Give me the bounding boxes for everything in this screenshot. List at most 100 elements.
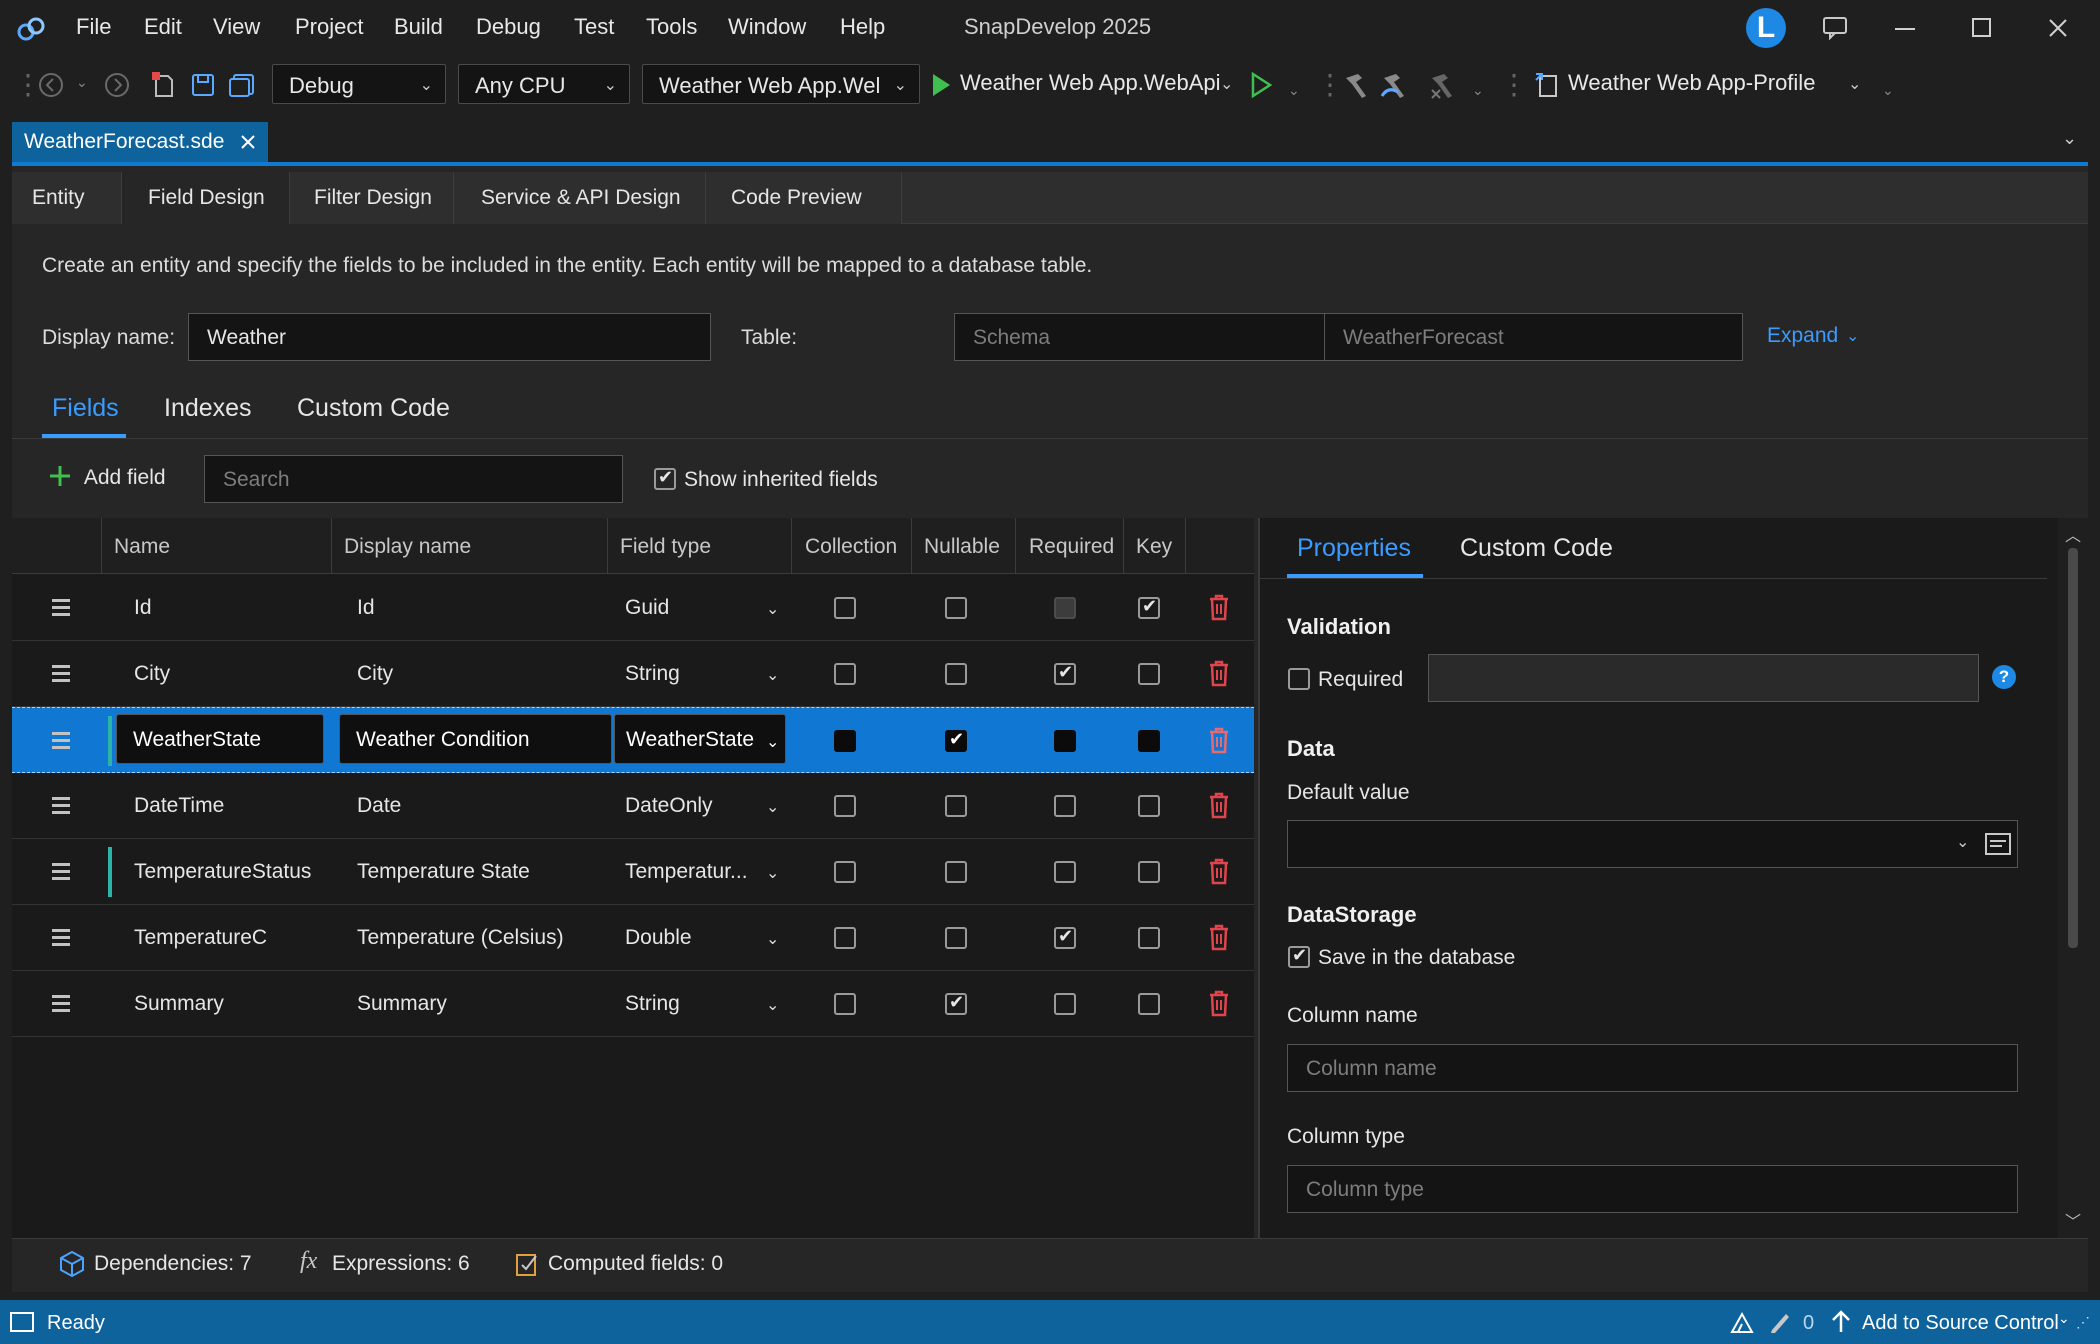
show-inherited-checkbox[interactable] <box>654 467 676 490</box>
header-field-type[interactable]: Field type <box>608 518 792 574</box>
menu-test[interactable]: Test <box>574 14 614 40</box>
run-without-debug-icon[interactable] <box>1250 72 1272 98</box>
table-row[interactable]: Id Id Guid ⌄ <box>12 575 1254 641</box>
menu-help[interactable]: Help <box>840 14 885 40</box>
properties-scrollbar[interactable]: ︿ ﹀ <box>2058 518 2088 1238</box>
expression-editor-icon[interactable] <box>1984 832 2012 856</box>
column-type-input[interactable]: Column type <box>1287 1165 2018 1213</box>
add-field-button[interactable]: Add field <box>48 464 166 494</box>
document-tab[interactable]: WeatherForecast.sde <box>12 122 269 162</box>
menu-edit[interactable]: Edit <box>144 14 182 40</box>
schema-input[interactable]: Schema <box>954 313 1325 361</box>
display-name-cell[interactable]: Temperature State <box>357 839 530 905</box>
tab-code-preview[interactable]: Code Preview <box>706 172 902 224</box>
field-type-cell[interactable]: Temperatur... <box>625 839 765 905</box>
key-checkbox[interactable] <box>1138 927 1160 949</box>
git-changes-icon[interactable] <box>1728 1310 1756 1336</box>
menu-window[interactable]: Window <box>728 14 806 40</box>
drag-handle-icon[interactable] <box>52 732 70 750</box>
drag-handle-icon[interactable] <box>52 665 70 683</box>
name-cell[interactable]: DateTime <box>134 773 224 839</box>
profile-icon[interactable] <box>1534 70 1560 98</box>
name-cell[interactable]: Summary <box>134 971 224 1037</box>
display-name-cell[interactable]: Temperature (Celsius) <box>357 905 564 971</box>
overflow-icon[interactable]: ⌄ <box>1472 82 1484 99</box>
table-row[interactable]: WeatherState Weather Condition WeatherStat… <box>12 707 1254 773</box>
minimize-button[interactable] <box>1895 28 1915 30</box>
drag-handle-icon[interactable] <box>52 599 70 617</box>
nullable-checkbox[interactable] <box>945 795 967 817</box>
collection-checkbox[interactable] <box>834 663 856 685</box>
run-target-button[interactable]: Weather Web App.WebApi <box>960 70 1221 96</box>
chevron-down-icon[interactable]: ⌄ <box>1956 832 1969 852</box>
pencil-icon[interactable] <box>1768 1310 1790 1334</box>
nullable-checkbox[interactable] <box>945 927 967 949</box>
chevron-down-icon[interactable]: ⌄ <box>766 995 779 1015</box>
display-name-cell[interactable]: Id <box>357 575 375 641</box>
chevron-down-icon[interactable]: ⌄ <box>766 665 779 685</box>
key-checkbox[interactable] <box>1138 795 1160 817</box>
run-icon[interactable] <box>930 72 952 98</box>
name-cell[interactable]: TemperatureC <box>134 905 267 971</box>
name-cell[interactable]: City <box>134 641 170 707</box>
back-icon[interactable] <box>38 72 64 98</box>
delete-field-icon[interactable] <box>1207 791 1231 819</box>
close-tab-icon[interactable] <box>240 134 256 150</box>
chevron-down-icon[interactable]: ⌄ <box>766 599 779 619</box>
chevron-down-icon[interactable]: ⌄ <box>766 732 779 752</box>
menu-project[interactable]: Project <box>295 14 363 40</box>
delete-field-icon[interactable] <box>1207 857 1231 885</box>
header-nullable[interactable]: Nullable <box>912 518 1016 574</box>
subtab-indexes[interactable]: Indexes <box>164 394 252 423</box>
header-collection[interactable]: Collection <box>792 518 912 574</box>
drag-handle-icon[interactable] <box>52 929 70 947</box>
computed-fields-count[interactable]: Computed fields: 0 <box>548 1252 723 1276</box>
display-name-cell[interactable]: Summary <box>357 971 447 1037</box>
name-cell-editor[interactable]: WeatherState <box>116 714 324 764</box>
field-type-cell[interactable]: Guid <box>625 575 765 641</box>
menu-file[interactable]: File <box>76 14 111 40</box>
menu-view[interactable]: View <box>213 14 260 40</box>
required-checkbox[interactable] <box>1054 662 1076 685</box>
collection-checkbox[interactable] <box>834 597 856 619</box>
feedback-icon[interactable] <box>1822 16 1848 40</box>
tab-filter-design[interactable]: Filter Design <box>290 172 454 224</box>
required-checkbox[interactable] <box>1054 730 1076 752</box>
header-key[interactable]: Key <box>1124 518 1186 574</box>
menu-tools[interactable]: Tools <box>646 14 697 40</box>
key-checkbox[interactable] <box>1138 993 1160 1015</box>
maximize-button[interactable] <box>1972 18 1991 37</box>
required-checkbox[interactable] <box>1054 926 1076 949</box>
tab-field-design[interactable]: Field Design <box>122 172 290 224</box>
nullable-checkbox[interactable] <box>945 861 967 883</box>
run-target-dropdown-icon[interactable]: ⌄ <box>1220 74 1233 94</box>
required-checkbox[interactable] <box>1288 668 1310 690</box>
nullable-checkbox[interactable] <box>945 992 967 1015</box>
key-checkbox[interactable] <box>1138 730 1160 752</box>
tab-service-api-design[interactable]: Service & API Design <box>454 172 706 224</box>
key-checkbox[interactable] <box>1138 861 1160 883</box>
field-type-cell[interactable]: Double <box>625 905 765 971</box>
field-type-cell[interactable]: DateOnly <box>625 773 765 839</box>
build-icon[interactable] <box>1342 70 1370 100</box>
menu-debug[interactable]: Debug <box>476 14 541 40</box>
nullable-checkbox[interactable] <box>945 597 967 619</box>
collection-checkbox[interactable] <box>834 927 856 949</box>
key-checkbox[interactable] <box>1138 596 1160 619</box>
delete-field-icon[interactable] <box>1207 593 1231 621</box>
help-icon[interactable]: ? <box>1992 665 2016 689</box>
overflow-icon[interactable]: ⌄ <box>1288 82 1300 99</box>
field-type-cell-editor[interactable]: WeatherState <box>614 714 786 764</box>
save-all-icon[interactable] <box>228 72 256 98</box>
resize-grip-icon[interactable]: ⋰ <box>2076 1314 2090 1331</box>
default-value-input[interactable] <box>1287 820 2018 868</box>
props-tab-properties[interactable]: Properties <box>1297 534 1411 563</box>
nullable-checkbox[interactable] <box>945 729 967 752</box>
header-required[interactable]: Required <box>1016 518 1124 574</box>
collection-checkbox[interactable] <box>834 730 856 752</box>
add-to-source-control[interactable]: Add to Source Control <box>1862 1312 2059 1335</box>
user-avatar[interactable]: L <box>1746 8 1786 48</box>
key-checkbox[interactable] <box>1138 663 1160 685</box>
drag-handle-icon[interactable] <box>52 797 70 815</box>
tab-entity[interactable]: Entity <box>12 172 122 224</box>
